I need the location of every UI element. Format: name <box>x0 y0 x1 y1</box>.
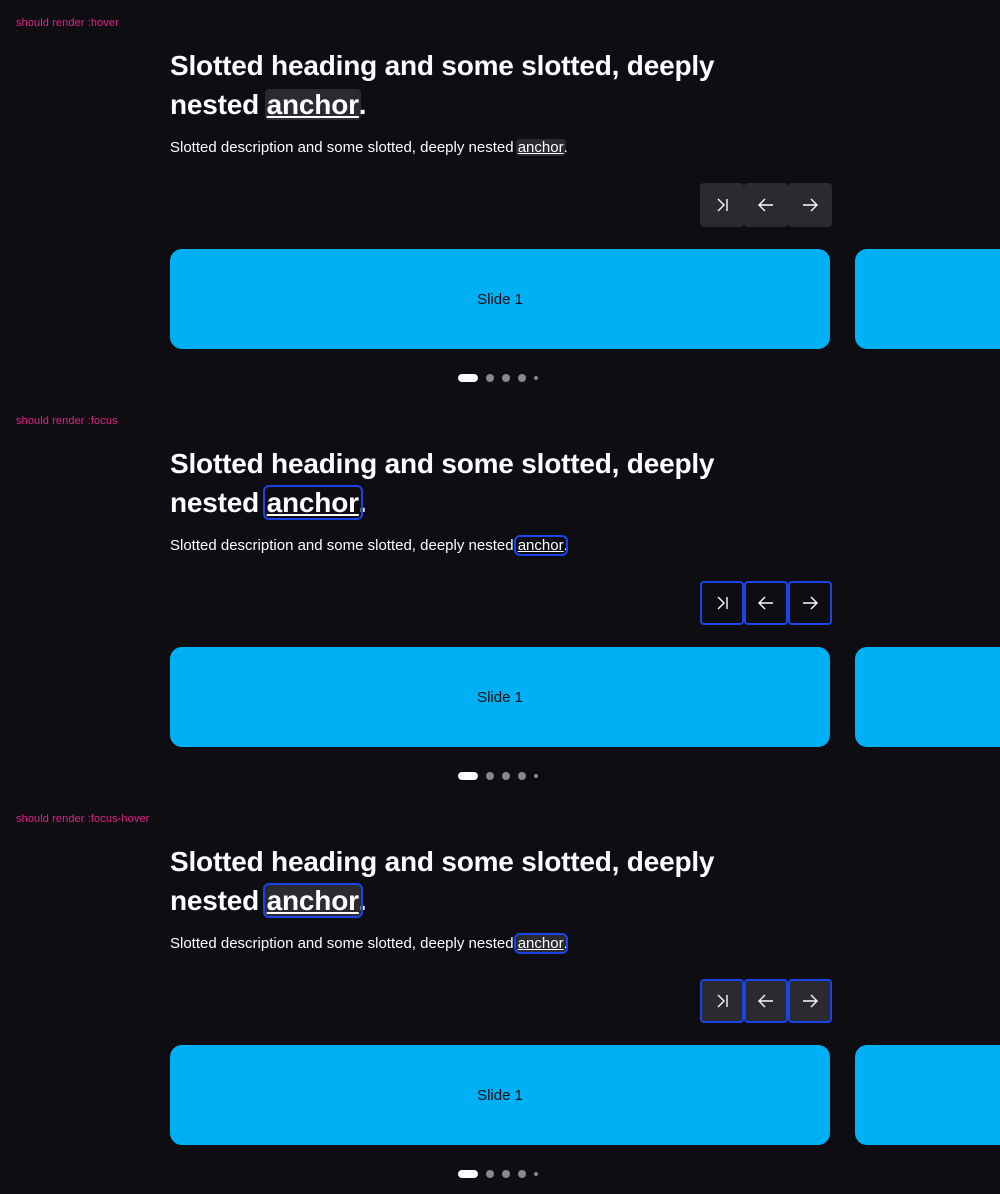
pagination-dot[interactable] <box>502 772 510 780</box>
description-text: Slotted description and some slotted, de… <box>170 935 518 952</box>
slide-1: Slide 1 <box>170 249 830 349</box>
arrow-right-icon <box>803 994 818 1008</box>
heading-text: Slotted heading and some slotted, deeply… <box>170 846 715 916</box>
pagination <box>458 1170 538 1178</box>
carousel-nav <box>700 183 832 227</box>
state-focus: should render :focus Slotted heading and… <box>0 398 1000 796</box>
slide-label: Slide 1 <box>477 688 523 706</box>
slide-label: Slide 1 <box>477 1086 523 1104</box>
description-end: . <box>563 139 568 156</box>
carousel-heading: Slotted heading and some slotted, deeply… <box>170 842 810 920</box>
skip-to-end-icon <box>717 994 728 1008</box>
state-focus-hover: should render :focus-hover Slotted headi… <box>0 796 1000 1194</box>
pagination-dot[interactable] <box>534 376 538 380</box>
heading-end: . <box>358 487 367 518</box>
description-anchor-link[interactable]: anchor <box>513 933 568 954</box>
pagination-dot[interactable] <box>486 1170 494 1178</box>
carousel-heading: Slotted heading and some slotted, deeply… <box>170 46 810 124</box>
carousel-heading: Slotted heading and some slotted, deeply… <box>170 444 810 522</box>
arrow-left-icon <box>758 198 773 212</box>
next-button[interactable] <box>788 979 832 1023</box>
next-button[interactable] <box>788 581 832 625</box>
state-label: should render :focus <box>16 415 118 427</box>
pagination <box>458 374 538 382</box>
heading-anchor-link[interactable]: anchor <box>262 883 363 918</box>
skip-to-end-button[interactable] <box>700 183 744 227</box>
prev-button[interactable] <box>744 183 788 227</box>
slide-1: Slide 1 <box>170 647 830 747</box>
pagination-dot[interactable] <box>518 1170 526 1178</box>
state-label: should render :focus-hover <box>16 813 150 825</box>
prev-button[interactable] <box>744 581 788 625</box>
state-hover: should render :hover Slotted heading and… <box>0 0 1000 398</box>
description-anchor-link[interactable]: anchor <box>513 535 568 556</box>
pagination-dot[interactable] <box>518 374 526 382</box>
pagination-dot[interactable] <box>486 374 494 382</box>
pagination-dot-active[interactable] <box>458 772 478 780</box>
pagination-dot[interactable] <box>518 772 526 780</box>
slide-2 <box>855 647 1000 747</box>
slide-label: Slide 1 <box>477 290 523 308</box>
heading-end: . <box>358 89 367 120</box>
pagination-dot[interactable] <box>502 374 510 382</box>
carousel-nav <box>700 581 832 625</box>
arrow-right-icon <box>803 198 818 212</box>
heading-end: . <box>358 885 367 916</box>
heading-text: Slotted heading and some slotted, deeply… <box>170 448 715 518</box>
slide-1: Slide 1 <box>170 1045 830 1145</box>
description-end: . <box>563 935 568 952</box>
state-label: should render :hover <box>16 17 119 29</box>
heading-text: Slotted heading and some slotted, deeply… <box>170 50 715 120</box>
arrow-right-icon <box>803 596 818 610</box>
pagination-dot[interactable] <box>534 774 538 778</box>
carousel-description: Slotted description and some slotted, de… <box>170 535 870 557</box>
description-anchor-link[interactable]: anchor <box>515 139 566 156</box>
heading-anchor-link[interactable]: anchor <box>264 89 361 120</box>
arrow-left-icon <box>758 596 773 610</box>
skip-to-end-button[interactable] <box>700 979 744 1023</box>
slide-2 <box>855 1045 1000 1145</box>
carousel-nav <box>700 979 832 1023</box>
description-text: Slotted description and some slotted, de… <box>170 139 518 156</box>
skip-to-end-icon <box>717 198 728 212</box>
pagination <box>458 772 538 780</box>
pagination-dot-active[interactable] <box>458 374 478 382</box>
skip-to-end-icon <box>717 596 728 610</box>
carousel-description: Slotted description and some slotted, de… <box>170 137 870 159</box>
description-end: . <box>563 537 568 554</box>
pagination-dot[interactable] <box>534 1172 538 1176</box>
skip-to-end-button[interactable] <box>700 581 744 625</box>
description-text: Slotted description and some slotted, de… <box>170 537 518 554</box>
carousel-description: Slotted description and some slotted, de… <box>170 933 870 955</box>
heading-anchor-link[interactable]: anchor <box>262 485 363 520</box>
pagination-dot[interactable] <box>486 772 494 780</box>
pagination-dot-active[interactable] <box>458 1170 478 1178</box>
arrow-left-icon <box>758 994 773 1008</box>
next-button[interactable] <box>788 183 832 227</box>
pagination-dot[interactable] <box>502 1170 510 1178</box>
prev-button[interactable] <box>744 979 788 1023</box>
slide-2 <box>855 249 1000 349</box>
